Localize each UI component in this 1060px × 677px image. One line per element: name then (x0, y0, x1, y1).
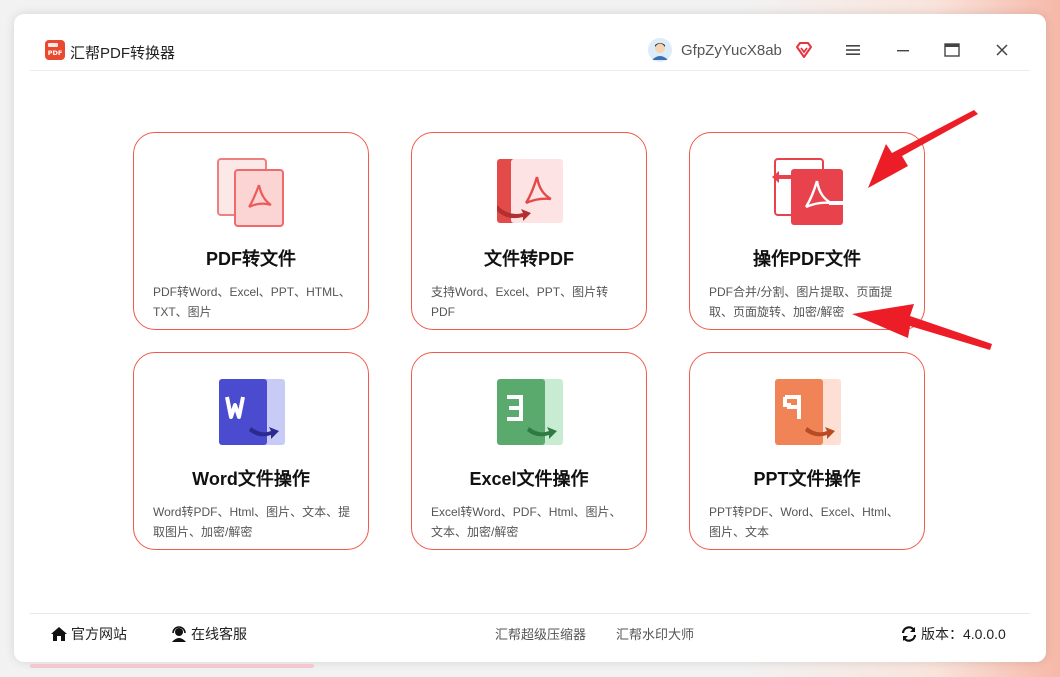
card-description: Excel转Word、PDF、Html、图片、文本、加密/解密 (431, 505, 622, 539)
online-support-label: 在线客服 (191, 626, 247, 642)
card-word[interactable]: Word文件操作 Word转PDF、Html、图片、文本、提取图片、加密/解密 (133, 352, 369, 550)
home-icon (51, 627, 67, 641)
compressor-link[interactable]: 汇帮超级压缩器 (495, 624, 586, 643)
word-icon (213, 375, 293, 449)
headset-icon (172, 626, 186, 642)
user-avatar[interactable] (648, 38, 672, 62)
title-divider (30, 70, 1030, 71)
card-description: PPT转PDF、Word、Excel、Html、图片、文本 (709, 505, 899, 539)
card-description: 支持Word、Excel、PPT、图片转PDF (431, 285, 609, 319)
version-label: 版本：4.0.0.0 (921, 626, 1006, 642)
maximize-icon (944, 43, 960, 57)
official-website-label: 官方网站 (71, 626, 127, 642)
watermark-link[interactable]: 汇帮水印大师 (616, 624, 694, 643)
card-description: PDF转Word、Excel、PPT、HTML、TXT、图片 (153, 285, 351, 319)
maximize-button[interactable] (944, 42, 960, 58)
close-button[interactable] (994, 42, 1010, 58)
file-to-pdf-icon (491, 155, 571, 229)
card-title: PPT文件操作 (753, 469, 861, 489)
title-bar: PDF 汇帮PDF转换器 GfpZyYucX8ab (14, 14, 1046, 70)
card-ppt[interactable]: PPT文件操作 PPT转PDF、Word、Excel、Html、图片、文本 (689, 352, 925, 550)
username[interactable]: GfpZyYucX8ab (681, 42, 782, 59)
card-operate-pdf[interactable]: 操作PDF文件 PDF合并/分割、图片提取、页面提取、页面旋转、加密/解密 (689, 132, 925, 330)
card-description: PDF合并/分割、图片提取、页面提取、页面旋转、加密/解密 (709, 285, 893, 319)
card-description: Word转PDF、Html、图片、文本、提取图片、加密/解密 (153, 505, 351, 539)
operate-pdf-icon (769, 155, 849, 229)
online-support-link[interactable]: 在线客服 (170, 624, 247, 644)
card-pdf-to-file[interactable]: PDF转文件 PDF转Word、Excel、PPT、HTML、TXT、图片 (133, 132, 369, 330)
app-logo-icon: PDF (45, 40, 65, 60)
card-title: 文件转PDF (484, 249, 574, 269)
excel-icon (491, 375, 571, 449)
card-title: Excel文件操作 (469, 469, 589, 489)
vip-diamond-icon[interactable] (795, 41, 813, 59)
refresh-icon (901, 626, 917, 642)
hamburger-icon (846, 45, 860, 55)
ppt-icon (769, 375, 849, 449)
logo-text: PDF (48, 49, 63, 57)
official-website-link[interactable]: 官方网站 (50, 624, 127, 644)
minimize-icon (897, 50, 909, 52)
minimize-button[interactable] (895, 42, 911, 58)
version-info[interactable]: 版本：4.0.0.0 (900, 624, 1006, 644)
app-title: 汇帮PDF转换器 (70, 45, 176, 62)
footer-divider (30, 613, 1030, 614)
card-title: PDF转文件 (206, 249, 296, 269)
menu-button[interactable] (845, 42, 861, 58)
app-window: PDF 汇帮PDF转换器 GfpZyYucX8ab PDF转文件 PDF转Wor… (14, 14, 1046, 662)
card-title: 操作PDF文件 (753, 249, 861, 269)
card-title: Word文件操作 (192, 469, 310, 489)
card-file-to-pdf[interactable]: 文件转PDF 支持Word、Excel、PPT、图片转PDF (411, 132, 647, 330)
scroll-indicator (30, 664, 314, 668)
card-excel[interactable]: Excel文件操作 Excel转Word、PDF、Html、图片、文本、加密/解… (411, 352, 647, 550)
close-icon (996, 44, 1008, 56)
pdf-to-file-icon (213, 155, 293, 229)
